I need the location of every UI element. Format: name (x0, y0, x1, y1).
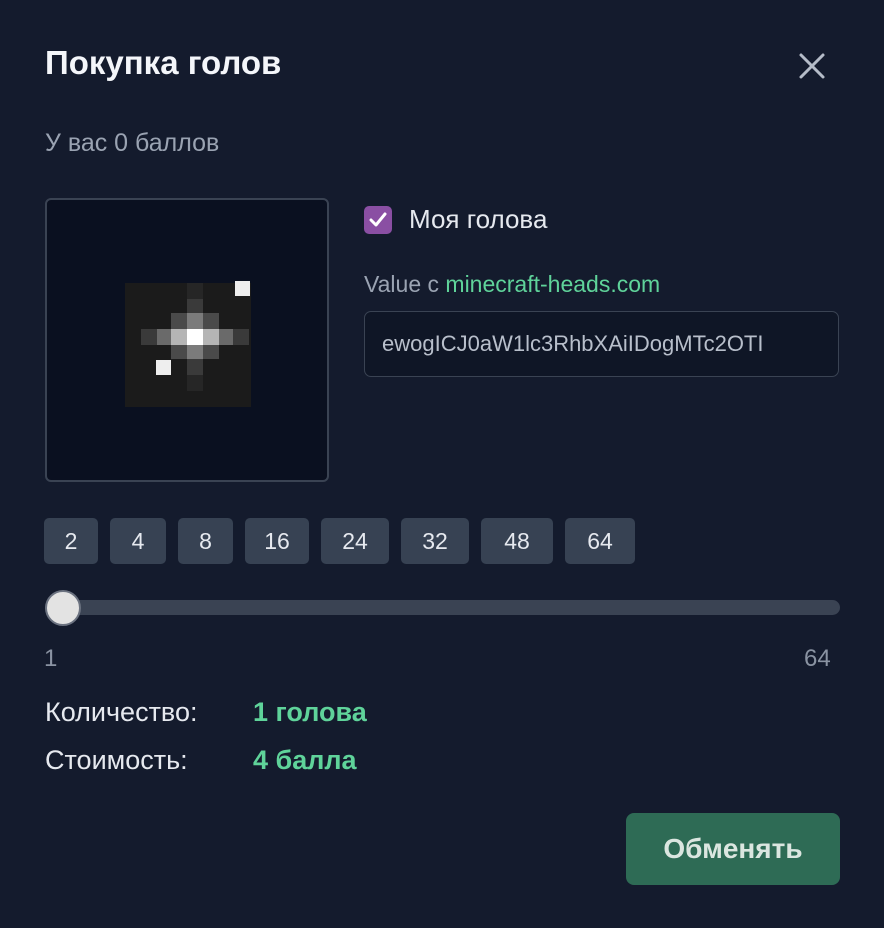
preset-button-16[interactable]: 16 (245, 518, 309, 564)
cost-value: 4 балла (253, 745, 357, 775)
preset-button-64[interactable]: 64 (565, 518, 635, 564)
preset-button-2[interactable]: 2 (44, 518, 98, 564)
preset-button-32[interactable]: 32 (401, 518, 469, 564)
dialog-title: Покупка голов (45, 44, 282, 81)
points-balance: У вас 0 баллов (45, 129, 220, 157)
exchange-button[interactable]: Обменять (626, 813, 840, 885)
preset-button-4[interactable]: 4 (110, 518, 166, 564)
quantity-value: 1 голова (253, 697, 367, 727)
quantity-slider-thumb[interactable] (45, 590, 81, 626)
value-label-prefix: Value с (364, 271, 446, 297)
close-icon (799, 53, 825, 79)
preset-button-24[interactable]: 24 (321, 518, 389, 564)
slider-min-label: 1 (44, 645, 58, 672)
head-value-input[interactable] (364, 311, 839, 377)
minecraft-heads-link[interactable]: minecraft-heads.com (445, 271, 660, 297)
quantity-presets: 2 4 8 16 24 32 48 64 (44, 518, 647, 564)
cost-label: Стоимость: (45, 745, 188, 775)
head-preview (45, 198, 329, 482)
checkmark-icon (369, 212, 387, 226)
minecraft-head-preview-icon (125, 281, 251, 407)
preset-button-8[interactable]: 8 (178, 518, 233, 564)
quantity-slider-track[interactable] (45, 600, 840, 615)
slider-max-label: 64 (804, 645, 831, 672)
quantity-label: Количество: (45, 697, 198, 727)
close-button[interactable] (794, 48, 830, 84)
my-head-label: Моя голова (409, 204, 548, 234)
my-head-option[interactable]: Моя голова (364, 204, 547, 235)
my-head-checkbox[interactable] (364, 205, 392, 234)
preset-button-48[interactable]: 48 (481, 518, 553, 564)
value-field-label: Value с minecraft-heads.com (364, 271, 660, 298)
